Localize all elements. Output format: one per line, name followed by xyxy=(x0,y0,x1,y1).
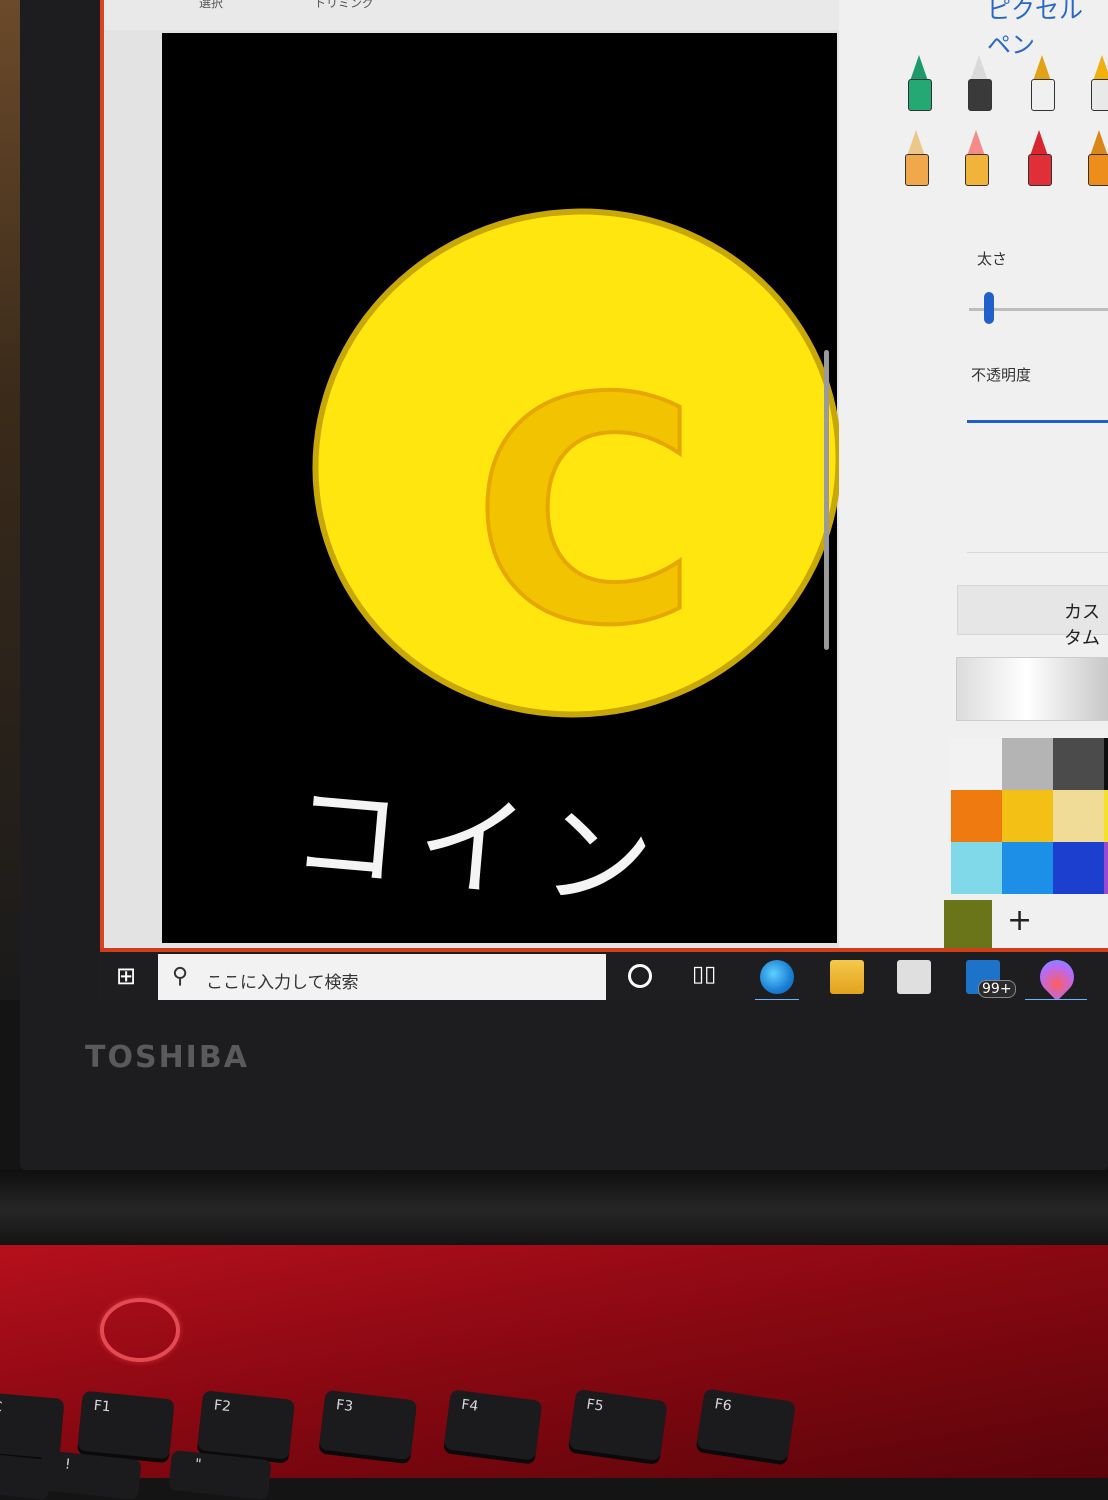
pencil-icon[interactable] xyxy=(901,130,931,188)
paint-toolbar: 選択 トリミング xyxy=(104,0,854,30)
microsoft-store-icon[interactable] xyxy=(897,960,931,994)
laptop-hinge xyxy=(0,1170,1108,1250)
search-placeholder: ここに入力して検索 xyxy=(206,973,359,993)
panel-title: ピクセル ペン xyxy=(987,0,1083,59)
key-sc[interactable]: SC xyxy=(0,1391,65,1459)
coin-letter: C xyxy=(470,331,702,696)
paint-3d-active-indicator xyxy=(1025,999,1087,1000)
toolbar-crop[interactable]: トリミング xyxy=(314,0,374,11)
size-label: 太さ xyxy=(977,250,1008,268)
panel-divider xyxy=(967,552,1108,553)
task-view-icon[interactable]: ▯▯ xyxy=(692,962,716,987)
key-f3[interactable]: F3 xyxy=(318,1389,418,1461)
search-icon: ⚲ xyxy=(172,964,189,989)
power-button[interactable] xyxy=(100,1298,180,1362)
file-explorer-icon[interactable] xyxy=(830,960,864,994)
eraser-icon[interactable] xyxy=(961,130,991,188)
key-f1[interactable]: F1 xyxy=(77,1390,175,1460)
calligraphy-pen-icon[interactable] xyxy=(964,55,994,113)
size-slider-thumb[interactable] xyxy=(983,292,994,324)
palette-swatch[interactable] xyxy=(951,842,1002,894)
palette-swatch[interactable] xyxy=(1053,738,1104,790)
marker-brush-icon[interactable] xyxy=(904,55,934,113)
toolbar-select[interactable]: 選択 xyxy=(199,0,223,11)
taskbar-search-input[interactable]: ⚲ ここに入力して検索 xyxy=(158,954,606,1000)
palette-swatch[interactable] xyxy=(1002,790,1053,842)
palette-swatch[interactable] xyxy=(1053,842,1104,894)
toshiba-logo: TOSHIBA xyxy=(85,1040,249,1075)
add-color-button[interactable]: + xyxy=(1007,903,1032,938)
paint-window: 選択 トリミング C コイン ピクセル ペン 太さ 不透明度 カスタム + xyxy=(100,0,1108,974)
edge-active-indicator xyxy=(755,999,799,1000)
cortana-icon[interactable] xyxy=(628,964,652,988)
laptop-screen: 選択 トリミング C コイン ピクセル ペン 太さ 不透明度 カスタム + ⊞ … xyxy=(100,0,1108,1000)
canvas-handwritten-caption: コイン xyxy=(286,767,674,929)
opacity-slider[interactable] xyxy=(967,420,1108,423)
palette-swatch[interactable] xyxy=(1104,842,1108,894)
palette-swatch[interactable] xyxy=(1002,738,1053,790)
color-gradient-picker[interactable] xyxy=(956,657,1108,721)
palette-swatch[interactable] xyxy=(1104,738,1108,790)
current-color-swatch[interactable] xyxy=(944,900,992,948)
key-f2[interactable]: F2 xyxy=(197,1390,295,1460)
start-windows-icon[interactable]: ⊞ xyxy=(116,962,136,990)
paint-3d-icon[interactable] xyxy=(1032,952,1082,1000)
custom-color-label: カスタム xyxy=(1064,602,1100,649)
opacity-label: 不透明度 xyxy=(971,366,1032,384)
canvas-vertical-scrollbar[interactable] xyxy=(824,350,829,650)
drawing-canvas[interactable]: C コイン xyxy=(162,33,890,974)
palette-swatch[interactable] xyxy=(1104,790,1108,842)
crayon-icon[interactable] xyxy=(1024,130,1054,188)
palette-swatch[interactable] xyxy=(951,790,1002,842)
spray-can-icon[interactable] xyxy=(1084,130,1108,188)
key-f4[interactable]: F4 xyxy=(443,1389,543,1461)
palette-swatch[interactable] xyxy=(1002,842,1053,894)
key-f5[interactable]: F5 xyxy=(568,1388,668,1462)
palette-swatch[interactable] xyxy=(1053,790,1104,842)
brush-side-panel: ピクセル ペン 太さ 不透明度 カスタム + xyxy=(839,0,1108,960)
edge-browser-icon[interactable] xyxy=(760,960,794,994)
mail-unread-badge: 99+ xyxy=(978,980,1016,998)
palette-swatch[interactable] xyxy=(951,738,1002,790)
oil-brush-icon[interactable] xyxy=(1027,55,1057,113)
windows-taskbar: ⊞ ⚲ ここに入力して検索 ▯▯ 99+ xyxy=(100,948,1108,1000)
watercolor-brush-icon[interactable] xyxy=(1087,55,1108,113)
